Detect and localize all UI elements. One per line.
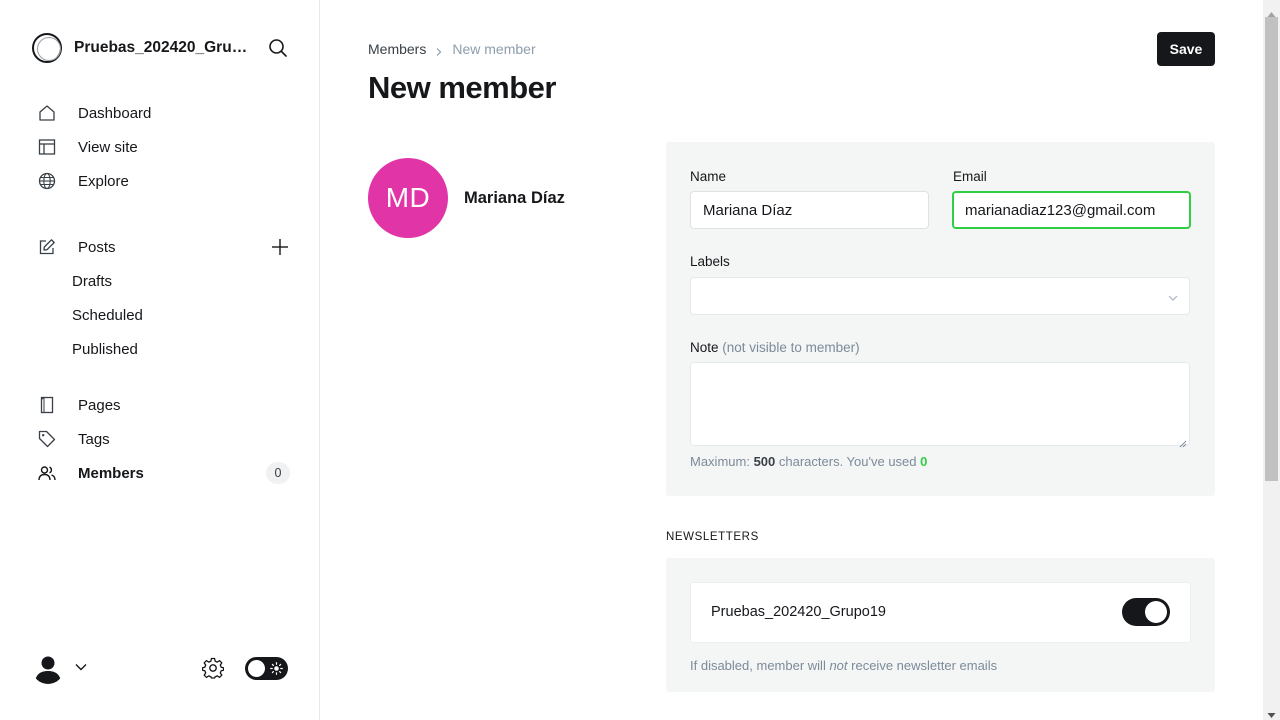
chevron-down-icon bbox=[1167, 291, 1179, 303]
add-post-icon[interactable] bbox=[270, 237, 290, 257]
nav-posts: Posts Drafts Scheduled Published bbox=[32, 230, 290, 366]
site-logo[interactable] bbox=[32, 33, 62, 63]
sidebar-item-scheduled[interactable]: Scheduled bbox=[32, 298, 290, 332]
site-header: Pruebas_202420_Grupo19 bbox=[32, 32, 290, 64]
toggle-knob bbox=[248, 660, 265, 677]
gear-icon[interactable] bbox=[201, 657, 225, 679]
newsletter-subscription-toggle[interactable] bbox=[1122, 598, 1170, 626]
sidebar-item-dashboard[interactable]: Dashboard bbox=[32, 96, 290, 130]
theme-toggle[interactable] bbox=[245, 657, 288, 680]
save-button[interactable]: Save bbox=[1157, 32, 1215, 66]
nav-main: Dashboard View site Explore bbox=[32, 96, 290, 198]
sidebar-item-view-site[interactable]: View site bbox=[32, 130, 290, 164]
note-label-hint: (not visible to member) bbox=[722, 340, 860, 355]
user-avatar[interactable] bbox=[32, 652, 64, 684]
char-used: 0 bbox=[920, 454, 928, 469]
members-icon bbox=[38, 464, 56, 482]
sidebar-item-label: Scheduled bbox=[72, 306, 143, 324]
name-label: Name bbox=[690, 169, 727, 184]
sidebar-item-pages[interactable]: Pages bbox=[32, 388, 290, 422]
page-title: New member bbox=[368, 70, 556, 105]
char-middle: characters. You've used bbox=[775, 454, 921, 469]
page-scrollbar[interactable] bbox=[1263, 0, 1280, 720]
sidebar-item-label: Published bbox=[72, 340, 138, 358]
character-counter: Maximum: 500 characters. You've used 0 bbox=[690, 454, 927, 469]
sidebar-item-label: Posts bbox=[78, 238, 116, 256]
sidebar-item-label: Members bbox=[78, 464, 144, 482]
hint-suffix: receive newsletter emails bbox=[847, 658, 998, 673]
home-icon bbox=[38, 104, 56, 122]
scroll-down-icon[interactable] bbox=[1267, 706, 1276, 718]
resize-grip-icon[interactable] bbox=[1179, 435, 1187, 448]
email-field[interactable]: marianadiaz123@gmail.com bbox=[952, 191, 1191, 229]
hint-emphasis: not bbox=[829, 658, 848, 673]
labels-label: Labels bbox=[690, 254, 730, 269]
sidebar-item-label: Pages bbox=[78, 396, 121, 414]
newsletters-panel: Pruebas_202420_Grupo19 If disabled, memb… bbox=[666, 558, 1215, 692]
newsletter-name: Pruebas_202420_Grupo19 bbox=[711, 604, 886, 620]
chevron-right-icon bbox=[434, 44, 444, 56]
sidebar-item-label: Explore bbox=[78, 172, 129, 190]
note-textarea[interactable] bbox=[690, 362, 1190, 448]
pencil-square-icon bbox=[38, 238, 56, 256]
hint-prefix: If disabled, member will bbox=[690, 658, 830, 673]
sun-icon bbox=[270, 662, 283, 675]
user-silhouette-icon bbox=[32, 652, 64, 684]
note-label-text: Note bbox=[690, 340, 719, 355]
scrollbar-thumb[interactable] bbox=[1265, 17, 1278, 481]
member-avatar: MD bbox=[368, 158, 448, 238]
tag-icon bbox=[38, 430, 56, 448]
site-title[interactable]: Pruebas_202420_Grupo19 bbox=[74, 39, 250, 57]
sidebar-item-explore[interactable]: Explore bbox=[32, 164, 290, 198]
member-form-panel: Name Mariana Díaz Email marianadiaz123@g… bbox=[666, 142, 1215, 496]
sidebar-item-label: Drafts bbox=[72, 272, 113, 290]
email-field-value: marianadiaz123@gmail.com bbox=[965, 201, 1156, 219]
email-label: Email bbox=[953, 169, 987, 184]
page-icon bbox=[38, 396, 56, 414]
globe-icon bbox=[38, 172, 56, 190]
char-prefix: Maximum: bbox=[690, 454, 754, 469]
nav-content: Pages Tags Members 0 bbox=[32, 388, 290, 490]
name-field[interactable]: Mariana Díaz bbox=[690, 191, 929, 229]
sidebar-item-published[interactable]: Published bbox=[32, 332, 290, 366]
members-count-badge: 0 bbox=[266, 462, 290, 484]
sidebar-item-members[interactable]: Members 0 bbox=[32, 456, 290, 490]
search-icon[interactable] bbox=[268, 38, 288, 58]
name-field-value: Mariana Díaz bbox=[703, 201, 793, 219]
labels-select[interactable] bbox=[690, 277, 1190, 315]
sidebar-item-drafts[interactable]: Drafts bbox=[32, 264, 290, 298]
newsletter-hint: If disabled, member will not receive new… bbox=[690, 658, 997, 673]
sidebar: Pruebas_202420_Grupo19 Dashboard View si… bbox=[0, 0, 320, 720]
layout-icon bbox=[38, 138, 56, 156]
newsletter-row: Pruebas_202420_Grupo19 bbox=[690, 582, 1191, 643]
sidebar-item-label: View site bbox=[78, 138, 138, 156]
member-name: Mariana Díaz bbox=[464, 189, 565, 207]
note-label: Note (not visible to member) bbox=[690, 340, 860, 355]
sidebar-item-tags[interactable]: Tags bbox=[32, 422, 290, 456]
breadcrumb-members-link[interactable]: Members bbox=[368, 41, 426, 57]
member-initials: MD bbox=[385, 182, 431, 213]
breadcrumb-current: New member bbox=[452, 41, 536, 57]
breadcrumb: Members New member bbox=[368, 40, 536, 58]
char-max: 500 bbox=[753, 454, 776, 469]
scroll-up-icon[interactable] bbox=[1267, 5, 1276, 17]
chevron-down-icon[interactable] bbox=[74, 660, 88, 674]
newsletters-section-title: NEWSLETTERS bbox=[666, 531, 759, 543]
sidebar-item-posts[interactable]: Posts bbox=[32, 230, 290, 264]
sidebar-footer bbox=[32, 650, 290, 686]
sidebar-item-label: Tags bbox=[78, 430, 110, 448]
sidebar-item-label: Dashboard bbox=[78, 104, 152, 122]
toggle-knob bbox=[1145, 601, 1167, 623]
